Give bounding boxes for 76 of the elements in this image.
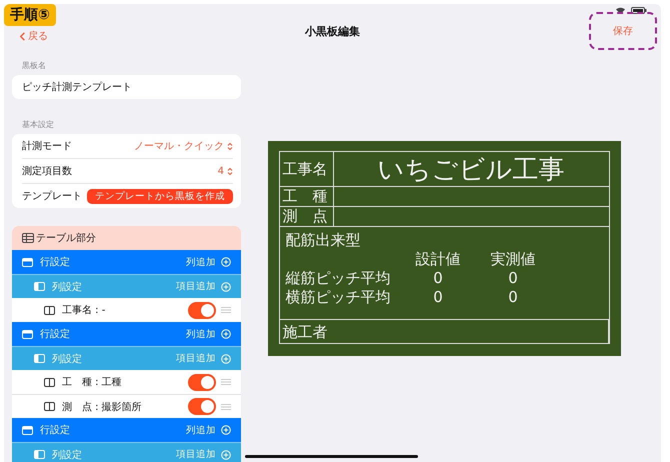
name-field[interactable]: ピッチ計測テンプレート: [12, 75, 241, 99]
item-label: 工事名 : -: [62, 304, 106, 317]
column-setting-bar[interactable]: 列設定 項目追加: [12, 274, 241, 298]
setting-label: テンプレート: [22, 190, 82, 203]
item-label: 測 点 : 撮影箇所: [62, 400, 143, 414]
plus-circle-icon: [221, 354, 231, 364]
save-button[interactable]: 保存: [589, 12, 657, 50]
setting-label: 行設定: [40, 424, 71, 437]
plus-circle-icon: [221, 282, 231, 292]
setting-label: 列設定: [52, 352, 83, 366]
board-column-header: 設計値: [414, 250, 462, 269]
create-from-template-button[interactable]: テンプレートから黒板を作成: [87, 188, 233, 204]
add-button[interactable]: 項目追加: [176, 448, 231, 461]
back-button[interactable]: 戻る: [20, 29, 48, 43]
plus-circle-icon: [221, 329, 231, 339]
setting-label: 列設定: [52, 280, 83, 294]
board-label: 工事名: [280, 152, 334, 187]
add-button[interactable]: 列追加: [186, 424, 231, 436]
plus-circle-icon: [221, 257, 231, 267]
plus-circle-icon: [221, 425, 231, 435]
picker[interactable]: ノーマル・クイック: [134, 139, 233, 153]
table-section-title: テーブル部分: [36, 232, 96, 245]
board-value: 0: [432, 288, 444, 307]
board-row-label: 横筋ピッチ平均: [286, 288, 392, 307]
updown-chevron-icon: [227, 166, 233, 176]
row-icon: [22, 426, 33, 434]
updown-chevron-icon: [227, 142, 233, 150]
row-setting-bar[interactable]: 行設定 列追加: [12, 418, 241, 442]
column-setting-bar[interactable]: 列設定 項目追加: [12, 346, 241, 370]
battery-icon: [631, 7, 647, 14]
column-icon: [34, 354, 45, 363]
board-heading: 配筋出来型: [286, 231, 360, 250]
picker[interactable]: 4: [218, 166, 233, 176]
add-button[interactable]: 列追加: [186, 256, 231, 268]
split-panel-icon: [44, 378, 55, 386]
setting-label: 行設定: [40, 256, 71, 269]
row-setting-bar[interactable]: 行設定 列追加: [12, 322, 241, 346]
split-panel-icon: [44, 306, 55, 314]
board-label: 施工者: [282, 322, 328, 342]
column-icon: [34, 450, 45, 459]
wifi-icon: [616, 7, 625, 14]
drag-handle-icon[interactable]: [221, 404, 231, 410]
split-panel-icon: [44, 402, 55, 411]
board-label: 測 点: [280, 207, 334, 227]
board-value: 0: [507, 288, 519, 307]
drag-handle-icon[interactable]: [221, 379, 231, 385]
toggle-switch[interactable]: [188, 398, 216, 415]
screen-title: 小黒板編集: [305, 24, 360, 39]
toggle-switch[interactable]: [188, 374, 216, 390]
add-button[interactable]: 列追加: [186, 328, 231, 340]
plus-circle-icon: [221, 450, 231, 460]
setting-label: 列設定: [52, 448, 83, 462]
section-label: 基本設定: [22, 119, 55, 130]
toggle-switch[interactable]: [188, 302, 216, 318]
board-label: 工 種: [280, 187, 334, 207]
board-row-label: 縦筋ピッチ平均: [286, 269, 392, 288]
drag-handle-icon[interactable]: [221, 307, 231, 313]
setting-label: 行設定: [40, 328, 71, 341]
setting-label: 計測モード: [22, 140, 72, 153]
row-setting-bar[interactable]: 行設定 列追加: [12, 250, 241, 274]
item-label: 工 種 : 工種: [62, 376, 123, 389]
column-setting-bar[interactable]: 列設定 項目追加: [12, 442, 241, 462]
add-button[interactable]: 項目追加: [176, 280, 231, 293]
add-button[interactable]: 項目追加: [176, 352, 231, 365]
board-value: 0: [432, 269, 444, 288]
board-column-header: 実測値: [490, 250, 536, 269]
section-label: 黒板名: [22, 60, 47, 71]
step-badge: 手順⑤: [4, 4, 56, 26]
column-icon: [34, 282, 45, 291]
chevron-left-icon: [20, 32, 25, 40]
board-value: 0: [507, 269, 519, 288]
row-icon: [22, 258, 33, 266]
row-icon: [22, 330, 33, 338]
table-icon: [22, 233, 34, 243]
setting-label: 測定項目数: [22, 164, 72, 178]
board-title: いちごビル工事: [334, 152, 608, 187]
